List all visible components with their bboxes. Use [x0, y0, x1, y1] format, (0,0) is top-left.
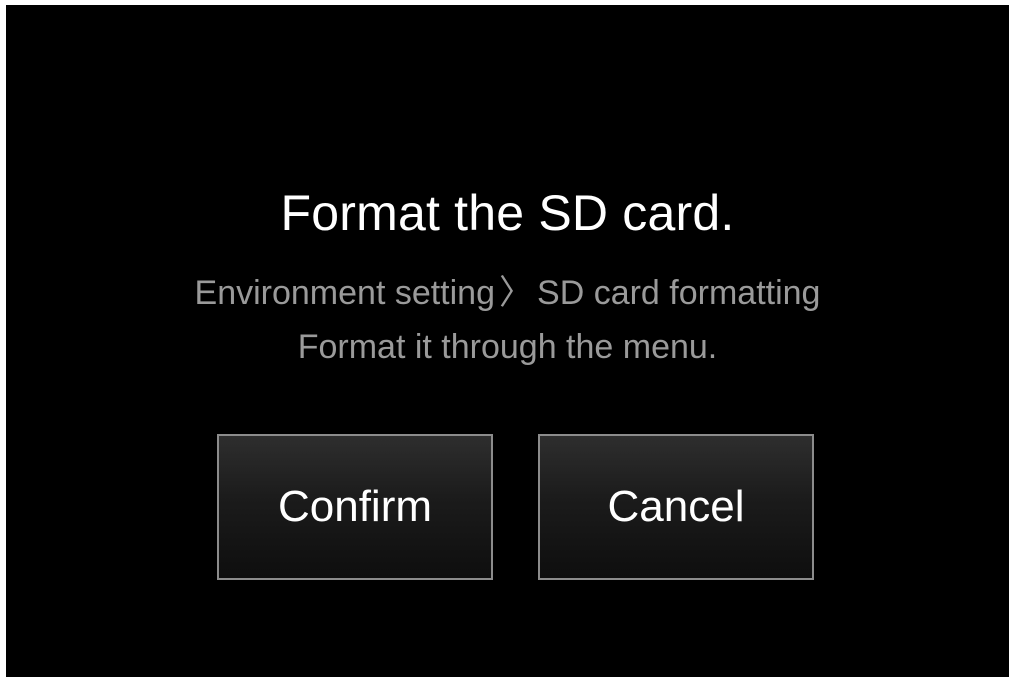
outer-frame: Format the SD card. Environment setting 〉… [0, 0, 1014, 682]
cancel-button-label: Cancel [607, 482, 745, 531]
dialog-title: Format the SD card. [280, 185, 735, 241]
camera-screen: Format the SD card. Environment setting 〉… [6, 5, 1009, 677]
confirm-button-label: Confirm [277, 482, 433, 531]
menu-path-part1: Environment setting [194, 274, 496, 312]
instruction-text: Format it through the menu. [297, 328, 718, 366]
cancel-button[interactable]: Cancel [538, 434, 814, 580]
confirm-button[interactable]: Confirm [217, 434, 493, 580]
menu-path-part2: SD card formatting [537, 274, 821, 312]
menu-path: Environment setting 〉 SD card formatting [6, 273, 1009, 313]
chevron-right-icon: 〉 [499, 274, 534, 312]
